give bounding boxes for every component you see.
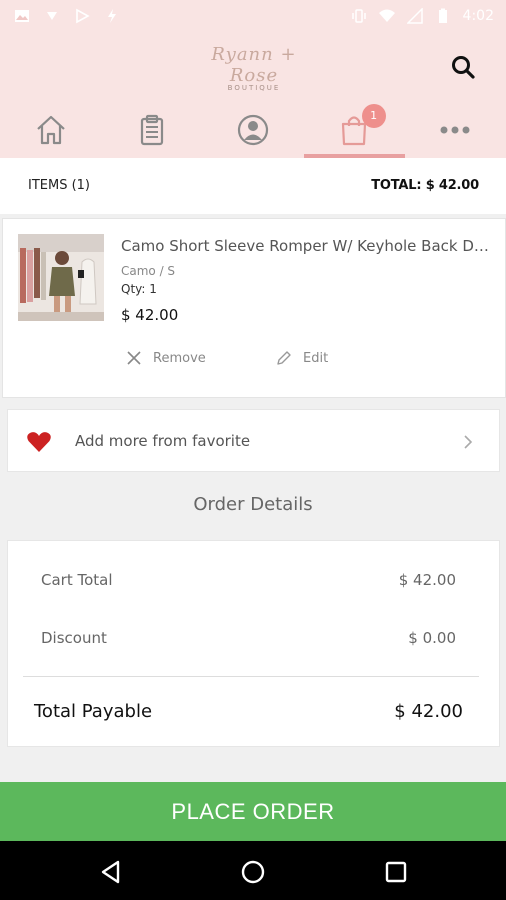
- vibrate-icon: [351, 9, 366, 23]
- place-order-button[interactable]: PLACE ORDER: [0, 782, 506, 841]
- system-navigation-bar: [0, 841, 506, 900]
- account-icon: [237, 114, 269, 146]
- back-icon[interactable]: [98, 859, 124, 885]
- cart-total-header: TOTAL: $ 42.00: [371, 178, 479, 193]
- tab-more[interactable]: [405, 102, 506, 158]
- signal-icon: [406, 8, 423, 24]
- tab-orders[interactable]: [101, 102, 202, 158]
- product-price: $ 42.00: [121, 306, 179, 324]
- home-icon: [36, 115, 65, 145]
- status-time: 4:02: [462, 8, 494, 24]
- product-qty: Qty: 1: [121, 282, 157, 296]
- discount-value: $ 0.00: [408, 629, 456, 647]
- recents-icon[interactable]: [383, 859, 409, 885]
- pencil-icon: [277, 351, 291, 365]
- discount-label: Discount: [41, 629, 107, 647]
- product-name[interactable]: Camo Short Sleeve Romper W/ Keyhole Back…: [121, 237, 491, 255]
- product-photo: [18, 234, 104, 321]
- divider: [23, 676, 479, 677]
- tab-cart[interactable]: 1: [303, 102, 406, 158]
- battery-icon: [438, 8, 447, 23]
- close-icon: [127, 351, 141, 365]
- flash-notification-icon: [108, 9, 116, 23]
- image-notification-icon: [15, 10, 29, 22]
- tab-account[interactable]: [202, 102, 303, 158]
- search-icon[interactable]: [450, 54, 476, 80]
- order-details-card: Cart Total $ 42.00 Discount $ 0.00 Total…: [7, 540, 500, 747]
- logo-script: Ryann + Rose: [211, 44, 297, 86]
- app-header: Ryann + Rose BOUTIQUE 1: [0, 32, 506, 158]
- product-variant: Camo / S: [121, 264, 176, 278]
- cart-total-value: $ 42.00: [398, 571, 456, 589]
- wifi-icon: [378, 9, 395, 22]
- remove-button[interactable]: Remove: [125, 349, 206, 367]
- logo-subtitle: BOUTIQUE: [227, 84, 281, 92]
- favorite-label: Add more from favorite: [75, 432, 251, 450]
- items-count: ITEMS (1): [28, 178, 91, 193]
- product-thumbnail[interactable]: [18, 234, 104, 321]
- cart-total-label: Cart Total: [41, 571, 113, 589]
- total-payable-value: $ 42.00: [394, 701, 463, 722]
- cart-count-badge: 1: [361, 104, 386, 128]
- edit-label: Edit: [303, 350, 329, 366]
- tab-home[interactable]: [0, 102, 101, 158]
- add-from-favorite-row[interactable]: Add more from favorite: [7, 409, 500, 472]
- order-details-title: Order Details: [193, 494, 313, 515]
- download-notification-icon: [47, 12, 57, 20]
- tab-bar: 1: [0, 102, 506, 158]
- remove-label: Remove: [153, 350, 206, 366]
- status-bar: 4:02: [0, 0, 506, 32]
- home-button-icon[interactable]: [240, 859, 266, 885]
- cart-summary-bar: ITEMS (1) TOTAL: $ 42.00: [0, 158, 506, 214]
- clipboard-icon: [140, 114, 163, 146]
- play-store-notification-icon: [76, 8, 90, 24]
- total-payable-label: Total Payable: [34, 701, 153, 722]
- heart-icon: [27, 432, 51, 452]
- chevron-right-icon: [464, 435, 473, 449]
- cart-item-card: Camo Short Sleeve Romper W/ Keyhole Back…: [2, 218, 506, 398]
- edit-button[interactable]: Edit: [275, 349, 328, 367]
- brand-logo: Ryann + Rose BOUTIQUE: [190, 44, 318, 92]
- more-icon: [440, 126, 470, 134]
